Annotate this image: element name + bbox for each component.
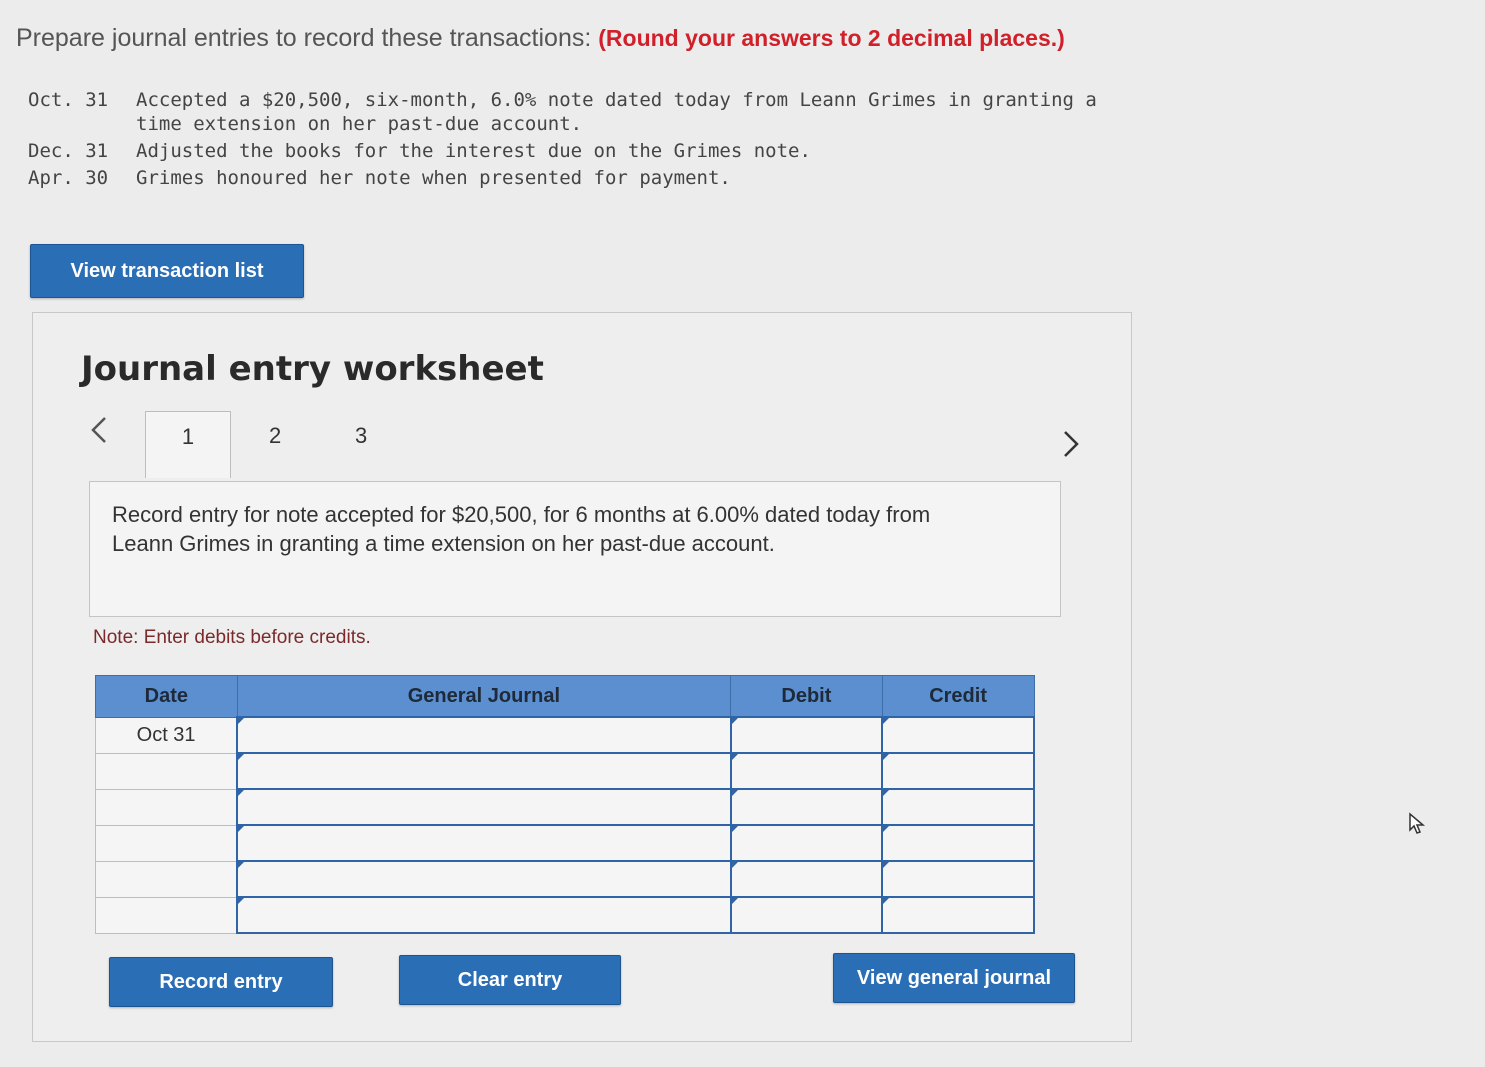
date-cell: [95, 788, 238, 826]
account-input[interactable]: [236, 788, 732, 826]
debit-input[interactable]: [729, 896, 884, 934]
tab-3[interactable]: 3: [355, 423, 367, 449]
credit-input[interactable]: [881, 860, 1035, 898]
credit-input[interactable]: [881, 752, 1035, 790]
credit-input[interactable]: [881, 716, 1035, 754]
tab-2[interactable]: 2: [269, 423, 281, 449]
debit-credit-note: Note: Enter debits before credits.: [93, 627, 371, 648]
account-input[interactable]: [236, 752, 732, 790]
entry-description: Record entry for note accepted for $20,5…: [112, 502, 931, 556]
journal-entry-worksheet: Journal entry worksheet 1 2 3 Record ent…: [32, 312, 1132, 1042]
table-row: [95, 860, 1035, 898]
record-entry-button[interactable]: Record entry: [109, 957, 333, 1007]
chevron-right-icon[interactable]: [1061, 429, 1081, 468]
account-input[interactable]: [236, 860, 732, 898]
table-row: [95, 896, 1035, 934]
clear-entry-button[interactable]: Clear entry: [399, 955, 621, 1005]
debit-input[interactable]: [729, 716, 884, 754]
instructions-text: Prepare journal entries to record these …: [16, 24, 599, 52]
entry-description-box: Record entry for note accepted for $20,5…: [89, 481, 1061, 617]
transaction-row: Apr. 30 Grimes honoured her note when pr…: [28, 166, 1146, 193]
date-cell: [95, 860, 238, 898]
debit-input[interactable]: [729, 824, 884, 862]
transaction-text: Grimes honoured her note when presented …: [136, 167, 731, 189]
journal-table: Date General Journal Debit Credit Oct 31: [95, 675, 1035, 934]
table-row: Oct 31: [95, 716, 1035, 754]
transaction-date: Apr. 30: [28, 167, 109, 189]
mouse-pointer-icon: [1408, 812, 1426, 841]
worksheet-title: Journal entry worksheet: [81, 349, 544, 389]
transaction-text: Accepted a $20,500, six-month, 6.0% note…: [136, 89, 1097, 135]
chevron-left-icon[interactable]: [89, 415, 109, 454]
transaction-date: Oct. 31: [28, 89, 109, 111]
debit-header: Debit: [730, 675, 883, 718]
debit-input[interactable]: [729, 788, 884, 826]
account-input[interactable]: [236, 716, 732, 754]
transaction-row: Dec. 31 Adjusted the books for the inter…: [28, 139, 1146, 166]
transaction-date: Dec. 31: [28, 140, 109, 162]
view-general-journal-button[interactable]: View general journal: [833, 953, 1075, 1003]
tab-1[interactable]: 1: [145, 411, 231, 478]
debit-input[interactable]: [729, 752, 884, 790]
transaction-text: Adjusted the books for the interest due …: [136, 140, 811, 162]
credit-input[interactable]: [881, 788, 1035, 826]
table-header-row: Date General Journal Debit Credit: [95, 675, 1035, 718]
transaction-row: Oct. 31 Accepted a $20,500, six-month, 6…: [28, 88, 1146, 139]
table-row: [95, 824, 1035, 862]
rounding-note: (Round your answers to 2 decimal places.…: [598, 25, 1065, 51]
date-cell: [95, 896, 238, 934]
account-input[interactable]: [236, 824, 732, 862]
general-journal-header: General Journal: [236, 675, 732, 718]
credit-input[interactable]: [881, 896, 1035, 934]
view-transaction-list-button[interactable]: View transaction list: [30, 244, 304, 298]
account-input[interactable]: [236, 896, 732, 934]
date-cell: [95, 824, 238, 862]
instructions: Prepare journal entries to record these …: [16, 24, 1216, 53]
debit-input[interactable]: [729, 860, 884, 898]
transaction-list: Oct. 31 Accepted a $20,500, six-month, 6…: [28, 88, 1146, 193]
table-row: [95, 752, 1035, 790]
date-cell: [95, 752, 238, 790]
credit-input[interactable]: [881, 824, 1035, 862]
credit-header: Credit: [881, 675, 1035, 718]
table-row: [95, 788, 1035, 826]
date-cell: Oct 31: [95, 716, 238, 754]
date-header: Date: [95, 675, 238, 718]
